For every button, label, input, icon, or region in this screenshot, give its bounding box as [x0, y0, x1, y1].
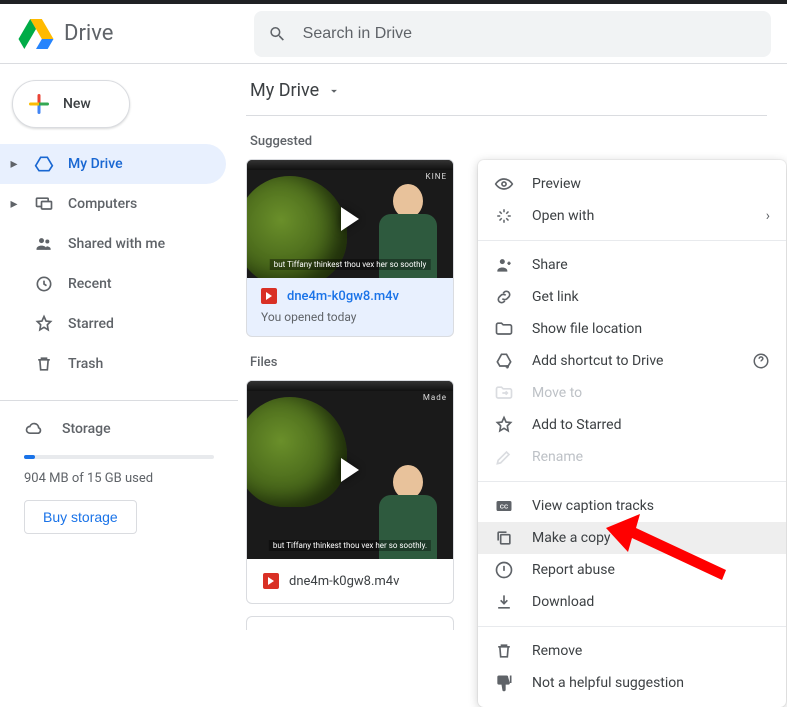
sidebar-item-my-drive[interactable]: ▸ My Drive — [0, 144, 226, 184]
product-name: Drive — [64, 21, 113, 46]
file-activity: You opened today — [261, 310, 439, 324]
sidebar-item-recent[interactable]: ▸ Recent — [0, 264, 226, 304]
watermark: Made — [423, 393, 447, 402]
search-bar[interactable] — [254, 11, 771, 57]
ctx-open-with[interactable]: Open with › — [478, 200, 786, 232]
sidebar-item-label: Starred — [68, 316, 114, 332]
video-thumbnail[interactable]: Made but Tiffany thinkest thou vex her s… — [247, 381, 453, 559]
move-icon — [494, 383, 514, 403]
search-input[interactable] — [301, 24, 757, 44]
new-button[interactable]: New — [12, 80, 130, 128]
ctx-preview[interactable]: Preview — [478, 168, 786, 200]
section-suggested-label: Suggested — [250, 134, 767, 149]
ctx-report-abuse[interactable]: Report abuse — [478, 554, 786, 586]
new-button-label: New — [63, 96, 91, 112]
storage-meter — [24, 455, 214, 459]
file-name[interactable]: dne4m-k0gw8.m4v — [287, 289, 399, 304]
file-name: dne4m-k0gw8.m4v — [289, 574, 399, 589]
download-icon — [494, 592, 514, 612]
breadcrumb-title: My Drive — [250, 80, 319, 101]
star-icon — [32, 312, 56, 336]
breadcrumb[interactable]: My Drive — [246, 64, 767, 116]
dropdown-caret-icon — [327, 84, 341, 98]
ctx-captions[interactable]: CC View caption tracks — [478, 490, 786, 522]
person-add-icon — [494, 255, 514, 275]
sidebar-item-label: Shared with me — [68, 236, 165, 252]
trash-icon — [494, 641, 514, 661]
app-header: Drive — [0, 4, 787, 64]
video-subtitle: but Tiffany thinkest thou vex her so soo… — [270, 259, 431, 270]
drive-logo-icon — [16, 14, 56, 54]
plus-icon — [27, 92, 51, 116]
suggested-file-card[interactable]: KINE but Tiffany thinkest thou vex her s… — [246, 159, 454, 337]
trash-icon — [32, 352, 56, 376]
sidebar-item-label: Computers — [68, 196, 137, 212]
sidebar-item-storage[interactable]: Storage — [24, 413, 214, 445]
sidebar-item-label: My Drive — [68, 156, 123, 172]
chevron-right-icon: › — [766, 208, 770, 224]
people-icon — [32, 232, 56, 256]
context-menu: Preview Open with › Share Get link Show … — [478, 160, 786, 707]
play-icon — [341, 458, 359, 482]
pencil-icon — [494, 447, 514, 467]
file-card-partial[interactable] — [246, 616, 454, 630]
my-drive-icon — [32, 152, 56, 176]
computers-icon — [32, 192, 56, 216]
ctx-make-copy[interactable]: Make a copy — [478, 522, 786, 554]
video-file-icon — [261, 288, 277, 304]
cc-icon: CC — [494, 496, 514, 516]
play-icon — [341, 207, 359, 231]
ctx-move-to: Move to — [478, 377, 786, 409]
storage-usage: 904 MB of 15 GB used — [24, 471, 214, 486]
copy-icon — [494, 528, 514, 548]
expander-icon[interactable]: ▸ — [8, 196, 20, 212]
expander-icon[interactable]: ▸ — [8, 156, 20, 172]
sidebar-item-computers[interactable]: ▸ Computers — [0, 184, 226, 224]
video-file-icon — [263, 573, 279, 589]
buy-storage-button[interactable]: Buy storage — [24, 500, 137, 534]
ctx-get-link[interactable]: Get link — [478, 281, 786, 313]
thumbs-down-icon — [494, 673, 514, 693]
sidebar-item-shared[interactable]: ▸ Shared with me — [0, 224, 226, 264]
sidebar-item-trash[interactable]: ▸ Trash — [0, 344, 226, 384]
ctx-download[interactable]: Download — [478, 586, 786, 618]
drive-shortcut-icon — [494, 351, 514, 371]
sidebar-item-label: Recent — [68, 276, 112, 292]
ctx-share[interactable]: Share — [478, 249, 786, 281]
folder-icon — [494, 319, 514, 339]
star-icon — [494, 415, 514, 435]
help-icon[interactable] — [752, 352, 770, 370]
video-subtitle: but Tiffany thinkest thou vex her so soo… — [269, 540, 431, 551]
logo-area[interactable]: Drive — [16, 14, 254, 54]
link-icon — [494, 287, 514, 307]
svg-text:CC: CC — [500, 505, 509, 511]
open-with-icon — [494, 206, 514, 226]
storage-label: Storage — [62, 421, 111, 437]
eye-icon — [494, 174, 514, 194]
ctx-not-helpful[interactable]: Not a helpful suggestion — [478, 667, 786, 699]
alert-icon — [494, 560, 514, 580]
search-icon — [268, 24, 287, 44]
ctx-add-starred[interactable]: Add to Starred — [478, 409, 786, 441]
ctx-remove[interactable]: Remove — [478, 635, 786, 667]
ctx-add-shortcut[interactable]: Add shortcut to Drive — [478, 345, 786, 377]
sidebar: New ▸ My Drive ▸ Computers ▸ — [0, 64, 238, 704]
clock-icon — [32, 272, 56, 296]
cloud-icon — [24, 419, 44, 439]
video-thumbnail[interactable]: KINE but Tiffany thinkest thou vex her s… — [247, 160, 453, 278]
file-card[interactable]: Made but Tiffany thinkest thou vex her s… — [246, 380, 454, 604]
ctx-rename: Rename — [478, 441, 786, 473]
sidebar-item-starred[interactable]: ▸ Starred — [0, 304, 226, 344]
ctx-show-location[interactable]: Show file location — [478, 313, 786, 345]
sidebar-item-label: Trash — [68, 356, 103, 372]
